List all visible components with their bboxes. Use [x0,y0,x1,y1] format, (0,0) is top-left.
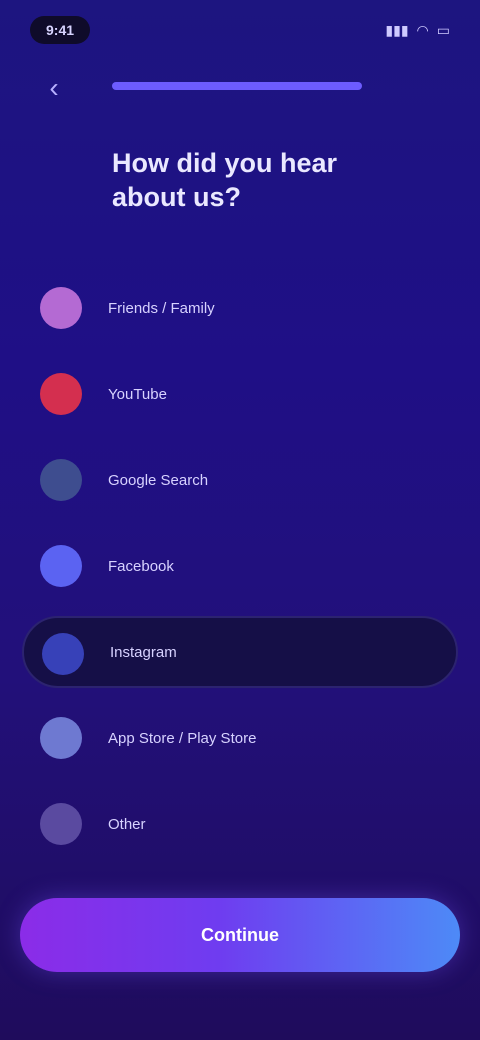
option-item[interactable]: App Store / Play Store [22,702,458,774]
option-label: Facebook [108,557,174,575]
option-icon [40,459,82,501]
option-icon [40,803,82,845]
continue-button[interactable]: Continue [20,898,460,972]
option-item[interactable]: Instagram [22,616,458,688]
option-item[interactable]: Other [22,788,458,860]
option-label: YouTube [108,385,167,403]
back-arrow-icon: ‹ [49,72,59,103]
option-icon [40,287,82,329]
option-item[interactable]: Google Search [22,444,458,516]
option-label: Friends / Family [108,299,215,317]
option-label: Other [108,815,146,833]
option-icon [40,717,82,759]
option-icon [40,373,82,415]
option-item[interactable]: YouTube [22,358,458,430]
option-item[interactable]: Facebook [22,530,458,602]
wifi-icon: ◠ [416,21,429,38]
back-button[interactable]: ‹ [36,70,72,106]
status-icons: ▮▮▮ ◠ ▭ [385,22,450,39]
question-title: How did you hear about us? [112,148,338,212]
option-icon [42,633,84,675]
status-bar: 9:41 ▮▮▮ ◠ ▭ [0,0,480,60]
status-time: 9:41 [30,16,91,44]
option-label: Instagram [110,643,177,661]
option-label: App Store / Play Store [108,729,257,747]
option-icon [40,545,82,587]
signal-icon: ▮▮▮ [385,21,409,38]
option-label: Google Search [108,471,209,489]
battery-icon: ▭ [436,21,450,38]
options-list: Friends / Family YouTube Google Search Face… [22,272,458,874]
progress-fill [112,82,362,90]
option-item[interactable]: Friends / Family [22,272,458,344]
progress-bar [112,82,362,90]
